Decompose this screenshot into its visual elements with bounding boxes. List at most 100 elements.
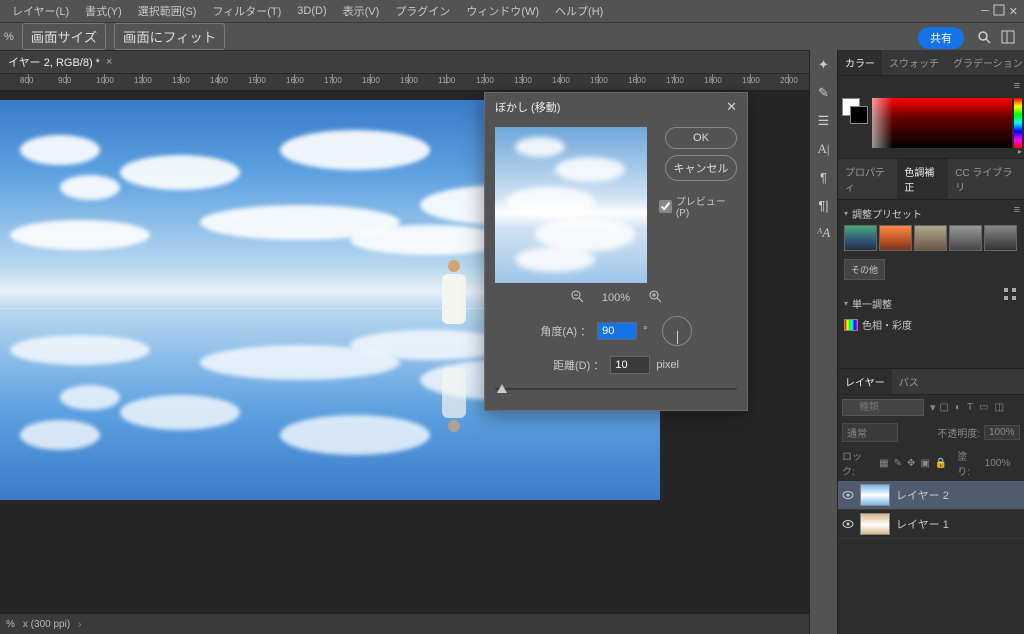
search-home-group — [974, 27, 1018, 47]
adjustments-icon[interactable]: ☰ — [815, 112, 833, 130]
minimize-icon[interactable]: ─ — [981, 5, 989, 17]
menu-help[interactable]: ヘルプ(H) — [549, 1, 609, 21]
brushes-icon[interactable]: ✎ — [815, 84, 833, 102]
fill-input[interactable]: 100% — [985, 458, 1020, 469]
paragraph-icon[interactable]: ¶ — [815, 168, 833, 186]
layer-item[interactable]: レイヤー 2 — [838, 481, 1024, 510]
zoom-in-icon[interactable] — [648, 289, 662, 306]
menu-view[interactable]: 表示(V) — [337, 1, 386, 21]
color-spectrum[interactable] — [872, 98, 1012, 148]
fit-window-button[interactable]: 画面にフィット — [114, 23, 225, 50]
tab-properties[interactable]: プロパティ — [838, 159, 897, 199]
options-bar: % 画面サイズ 画面にフィット 共有 — [0, 22, 1024, 50]
search-icon[interactable] — [974, 27, 994, 47]
slider-thumb[interactable] — [497, 384, 507, 393]
hue-sat-label: 色相・彩度 — [862, 317, 912, 332]
menu-3d[interactable]: 3D(D) — [291, 3, 332, 19]
distance-slider[interactable] — [495, 382, 737, 396]
hue-bar[interactable] — [1014, 98, 1022, 148]
preset-4[interactable] — [949, 225, 982, 251]
workspace-icon[interactable] — [998, 27, 1018, 47]
right-dock: ✦ ✎ ☰ A| ¶ ¶| ᴬA カラー スウォッチ グラデーション パターン … — [809, 50, 1024, 634]
statusbar: % x (300 ppi) › — [0, 614, 809, 634]
filter-shape-icon[interactable]: ▭ — [979, 402, 988, 413]
spectrum-arrow-icon[interactable]: ▸ — [1018, 147, 1022, 156]
hue-sat-icon[interactable] — [844, 319, 858, 331]
layer-item[interactable]: レイヤー 1 — [838, 510, 1024, 539]
visibility-icon[interactable] — [842, 489, 854, 501]
preview-checkbox-label: プレビュー(P) — [676, 193, 737, 219]
preview-checkbox-row[interactable]: プレビュー(P) — [659, 193, 737, 219]
angle-label: 角度(A) ： — [540, 323, 591, 339]
character-panel-icon[interactable]: ᴬA — [815, 224, 833, 242]
menu-layer[interactable]: レイヤー(L) — [6, 1, 75, 21]
filter-type-icon[interactable]: T — [967, 402, 973, 413]
single-adjust-header[interactable]: 単一調整 — [844, 296, 1018, 311]
dialog-close-icon[interactable]: ✕ — [726, 99, 737, 115]
tab-adjustments[interactable]: 色調補正 — [897, 159, 948, 199]
other-presets-button[interactable]: その他 — [844, 259, 885, 280]
tab-paths[interactable]: パス — [892, 369, 926, 394]
menu-filter[interactable]: フィルター(T) — [206, 1, 287, 21]
lock-artboard-icon[interactable]: ▣ — [920, 458, 929, 469]
angle-input[interactable] — [597, 322, 637, 340]
fg-bg-swatch[interactable] — [842, 98, 860, 116]
maximize-icon[interactable] — [993, 4, 1005, 19]
brush-panel-icon[interactable]: ✦ — [815, 56, 833, 74]
adjust-presets-header[interactable]: 調整プリセット — [844, 206, 1018, 221]
filter-dropdown-icon[interactable]: ▾ — [930, 401, 936, 414]
subject-person-reflection — [440, 360, 468, 432]
cancel-button[interactable]: キャンセル — [665, 155, 737, 181]
text-panel-icon[interactable]: A| — [815, 140, 833, 158]
preset-1[interactable] — [844, 225, 877, 251]
visibility-icon[interactable] — [842, 518, 854, 530]
panels-column: カラー スウォッチ グラデーション パターン ≡ ▸ プロパティ 色調補正 CC… — [838, 50, 1024, 634]
filter-smart-icon[interactable]: ◫ — [995, 402, 1004, 413]
grid-view-icon[interactable] — [1004, 288, 1016, 300]
close-icon[interactable]: ✕ — [1009, 5, 1018, 18]
menu-select[interactable]: 選択範囲(S) — [132, 1, 203, 21]
lock-pixels-icon[interactable]: ▦ — [879, 458, 888, 469]
zoom-out-icon[interactable] — [570, 289, 584, 306]
status-doc-info: x (300 ppi) — [23, 619, 70, 630]
filter-adjust-icon[interactable]: ◐ — [955, 402, 961, 413]
menu-window[interactable]: ウィンドウ(W) — [460, 1, 545, 21]
lock-all-icon[interactable]: 🔒 — [935, 458, 947, 469]
dialog-titlebar[interactable]: ぼかし (移動) ✕ — [485, 93, 747, 121]
ruler-horizontal: 8009001000120013001400150016001700180019… — [0, 74, 809, 90]
menu-plugin[interactable]: プラグイン — [389, 1, 456, 21]
document-tab-title: イヤー 2, RGB/8) * — [8, 54, 100, 70]
layers-list: レイヤー 2レイヤー 1 — [838, 481, 1024, 539]
status-zoom: % — [6, 619, 15, 630]
ok-button[interactable]: OK — [665, 127, 737, 149]
document-tab[interactable]: イヤー 2, RGB/8) * × — [8, 54, 112, 70]
preview-checkbox[interactable] — [659, 200, 672, 213]
background-swatch[interactable] — [850, 106, 868, 124]
tab-layers[interactable]: レイヤー — [838, 369, 892, 394]
close-tab-icon[interactable]: × — [106, 56, 112, 68]
adjust-presets-row — [844, 225, 1018, 251]
tab-color[interactable]: カラー — [838, 50, 882, 75]
share-button[interactable]: 共有 — [918, 27, 964, 49]
distance-input[interactable] — [610, 356, 650, 374]
tab-cc-libraries[interactable]: CC ライブラリ — [948, 159, 1024, 199]
status-arrow-icon[interactable]: › — [78, 619, 81, 630]
menu-format[interactable]: 書式(Y) — [79, 1, 128, 21]
dialog-preview[interactable] — [495, 127, 647, 283]
opacity-input[interactable]: 100% — [984, 425, 1020, 440]
panel-menu-icon[interactable]: ≡ — [1014, 80, 1020, 92]
tab-gradients[interactable]: グラデーション — [946, 50, 1024, 75]
preset-2[interactable] — [879, 225, 912, 251]
blend-mode-select[interactable]: 通常 — [842, 423, 898, 442]
adjust-menu-icon[interactable]: ≡ — [1014, 204, 1020, 216]
angle-dial[interactable] — [662, 316, 692, 346]
filter-image-icon[interactable]: ▢ — [940, 402, 949, 413]
tab-swatches[interactable]: スウォッチ — [882, 50, 946, 75]
lock-brush-icon[interactable]: ✎ — [894, 458, 902, 469]
lock-position-icon[interactable]: ✥ — [907, 458, 915, 469]
preset-5[interactable] — [984, 225, 1017, 251]
fit-page-button[interactable]: 画面サイズ — [22, 23, 106, 50]
glyphs-panel-icon[interactable]: ¶| — [815, 196, 833, 214]
layer-filter-input[interactable] — [842, 399, 924, 416]
preset-3[interactable] — [914, 225, 947, 251]
